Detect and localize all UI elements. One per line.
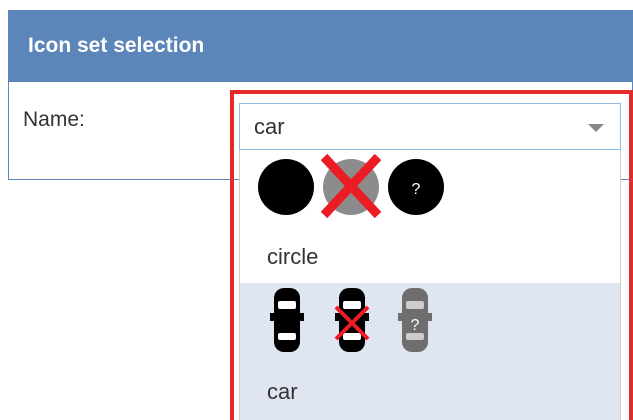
select-value: car <box>254 114 285 139</box>
circle-icon-row: ? <box>258 153 444 219</box>
car-icon-row: ? <box>270 288 432 352</box>
car-disabled-icon <box>334 288 370 352</box>
circle-disabled-icon <box>320 153 382 219</box>
option-circle[interactable]: ? circle <box>240 150 620 283</box>
icon-set-select[interactable]: car <box>239 103 621 150</box>
car-unknown-icon: ? <box>398 288 432 352</box>
name-label: Name: <box>23 108 85 131</box>
circle-unknown-icon: ? <box>388 159 444 215</box>
option-label-circle: circle <box>267 244 319 269</box>
option-car[interactable]: ? car <box>240 283 620 420</box>
panel-title: Icon set selection <box>9 11 632 82</box>
option-label-car: car <box>267 379 298 404</box>
circle-unknown-mark: ? <box>412 181 421 198</box>
circle-filled-icon <box>258 159 314 215</box>
car-icon <box>270 288 304 352</box>
car-unknown-mark: ? <box>411 317 420 334</box>
chevron-down-icon[interactable] <box>588 124 604 132</box>
icon-set-dropdown: ? circle ? car <box>239 150 621 420</box>
